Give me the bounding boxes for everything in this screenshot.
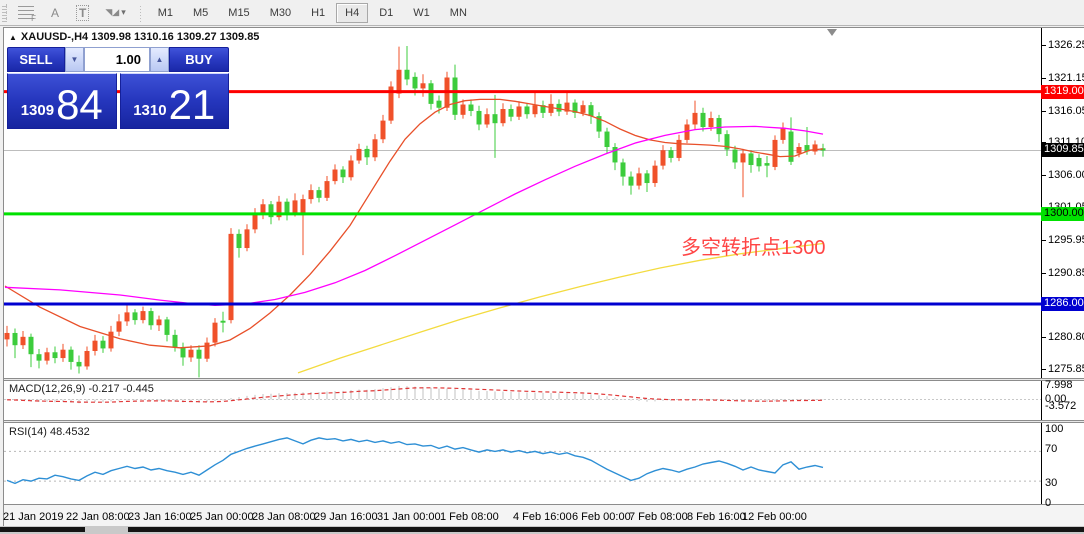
panel-divider-rsi[interactable] — [4, 420, 1084, 423]
axis-tick — [1042, 240, 1046, 241]
buy-price-small: 1310 — [133, 102, 167, 119]
taskbar-edge-segment — [0, 527, 85, 532]
sell-price-box[interactable]: 1309 84 — [7, 73, 117, 129]
macd-axis-label--3.572: -3.572 — [1045, 400, 1077, 412]
text-t-icon: T — [76, 4, 90, 21]
price-label-1306.00: 1306.00 — [1048, 169, 1084, 181]
toolbar-separator — [137, 3, 144, 22]
axis-tick — [1042, 78, 1046, 79]
macd-panel[interactable] — [4, 381, 1041, 420]
sell-button[interactable]: SELL — [7, 47, 65, 72]
timeframe-button-d1[interactable]: D1 — [370, 3, 402, 23]
text-box-tool-button[interactable]: T — [69, 3, 96, 23]
timeframe-button-m5[interactable]: M5 — [184, 3, 217, 23]
time-label: 25 Jan 00:00 — [190, 511, 254, 523]
symbol-ohlc-text: XAUUSD-,H4 1309.98 1310.16 1309.27 1309.… — [20, 31, 260, 43]
sell-price-big: 84 — [56, 81, 103, 128]
fibonacci-icon: F — [18, 6, 36, 23]
chart-annotation-text: 多空转折点1300 — [681, 237, 826, 259]
timeframe-button-m15[interactable]: M15 — [219, 3, 258, 23]
price-label-1290.85: 1290.85 — [1048, 267, 1084, 279]
axis-tick — [1042, 175, 1046, 176]
timeframe-button-m1[interactable]: M1 — [149, 3, 182, 23]
rsi-axis-label-0: 0 — [1045, 497, 1052, 509]
timeframe-button-h4[interactable]: H4 — [336, 2, 369, 23]
arrows-icon: ◥◢ — [105, 7, 120, 17]
price-label-1321.15: 1321.15 — [1048, 72, 1084, 84]
time-label: 1 Feb 08:00 — [440, 511, 499, 523]
price-badge-1319.00: 1319.00 — [1041, 85, 1084, 99]
volume-input[interactable]: 1.00 — [84, 47, 150, 72]
time-label: 12 Feb 00:00 — [742, 511, 807, 523]
buy-price-box[interactable]: 1310 21 — [119, 73, 229, 129]
taskbar-edge — [0, 526, 1084, 534]
fibonacci-tool-button[interactable]: F — [11, 3, 41, 23]
rsi-axis-label-100: 100 — [1045, 423, 1064, 435]
price-label-1295.95: 1295.95 — [1048, 234, 1084, 246]
axis-tick — [1042, 337, 1046, 338]
axis-tick — [1042, 369, 1046, 370]
text-a-icon: A — [50, 5, 59, 20]
time-label: 21 Jan 2019 — [3, 511, 64, 523]
toolbar: F A T ◥◢ ▾ M1 M5 M15 M30 H1 H4 D1 W1 MN — [0, 0, 1084, 26]
arrows-tool-button[interactable]: ◥◢ ▾ — [98, 3, 132, 23]
time-label: 31 Jan 00:00 — [377, 511, 441, 523]
rsi-label: RSI(14) 48.4532 — [9, 426, 90, 438]
text-label-tool-button[interactable]: A — [43, 3, 67, 23]
symbol-header: ▲ XAUUSD-,H4 1309.98 1310.16 1309.27 130… — [9, 31, 259, 43]
macd-label: MACD(12,26,9) -0.217 -0.445 — [9, 383, 154, 395]
volume-decrease-button[interactable]: ▼ — [65, 47, 84, 72]
rsi-axis-label-70: 70 — [1045, 443, 1058, 455]
taskbar-edge-segment — [128, 527, 1084, 532]
time-label: 6 Feb 00:00 — [572, 511, 631, 523]
sell-price-small: 1309 — [20, 102, 55, 119]
one-click-trading-panel: SELL ▼ 1.00 ▲ BUY 1309 84 1310 21 — [7, 47, 229, 129]
macd-axis-label-7.998: 7.998 — [1045, 379, 1073, 391]
price-label-1316.05: 1316.05 — [1048, 105, 1084, 117]
time-label: 7 Feb 08:00 — [629, 511, 688, 523]
panel-divider-macd[interactable] — [4, 378, 1084, 381]
timeframe-button-group: M1 M5 M15 M30 H1 H4 D1 W1 MN — [148, 2, 477, 23]
price-badge-1309.85: 1309.85 — [1041, 143, 1084, 157]
price-label-1326.25: 1326.25 — [1048, 39, 1084, 51]
time-label: 22 Jan 08:00 — [66, 511, 130, 523]
rsi-axis-label-30: 30 — [1045, 477, 1058, 489]
axis-tick — [1042, 273, 1046, 274]
time-label: 4 Feb 16:00 — [513, 511, 572, 523]
timeframe-button-mn[interactable]: MN — [441, 3, 476, 23]
time-label: 29 Jan 16:00 — [314, 511, 378, 523]
time-label: 8 Feb 16:00 — [687, 511, 746, 523]
axis-tick — [1042, 45, 1046, 46]
price-label-1280.80: 1280.80 — [1048, 331, 1084, 343]
timeframe-button-w1[interactable]: W1 — [404, 3, 439, 23]
timeframe-button-h1[interactable]: H1 — [302, 3, 334, 23]
shift-end-marker-icon — [827, 29, 837, 36]
time-label: 28 Jan 08:00 — [252, 511, 316, 523]
buy-button[interactable]: BUY — [169, 47, 229, 72]
price-axis-separator — [1041, 28, 1042, 504]
axis-tick — [1042, 111, 1046, 112]
collapse-triangle-icon[interactable]: ▲ — [9, 33, 17, 42]
toolbar-grip[interactable] — [2, 3, 7, 22]
price-badge-1300.00: 1300.00 — [1041, 207, 1084, 221]
rsi-panel[interactable] — [4, 423, 1041, 504]
timeframe-button-m30[interactable]: M30 — [261, 3, 300, 23]
price-badge-1286.00: 1286.00 — [1041, 297, 1084, 311]
volume-increase-button[interactable]: ▲ — [150, 47, 169, 72]
buy-price-big: 21 — [168, 81, 216, 128]
chevron-down-icon: ▾ — [121, 7, 126, 17]
price-label-1275.85: 1275.85 — [1048, 363, 1084, 375]
time-label: 23 Jan 16:00 — [128, 511, 192, 523]
